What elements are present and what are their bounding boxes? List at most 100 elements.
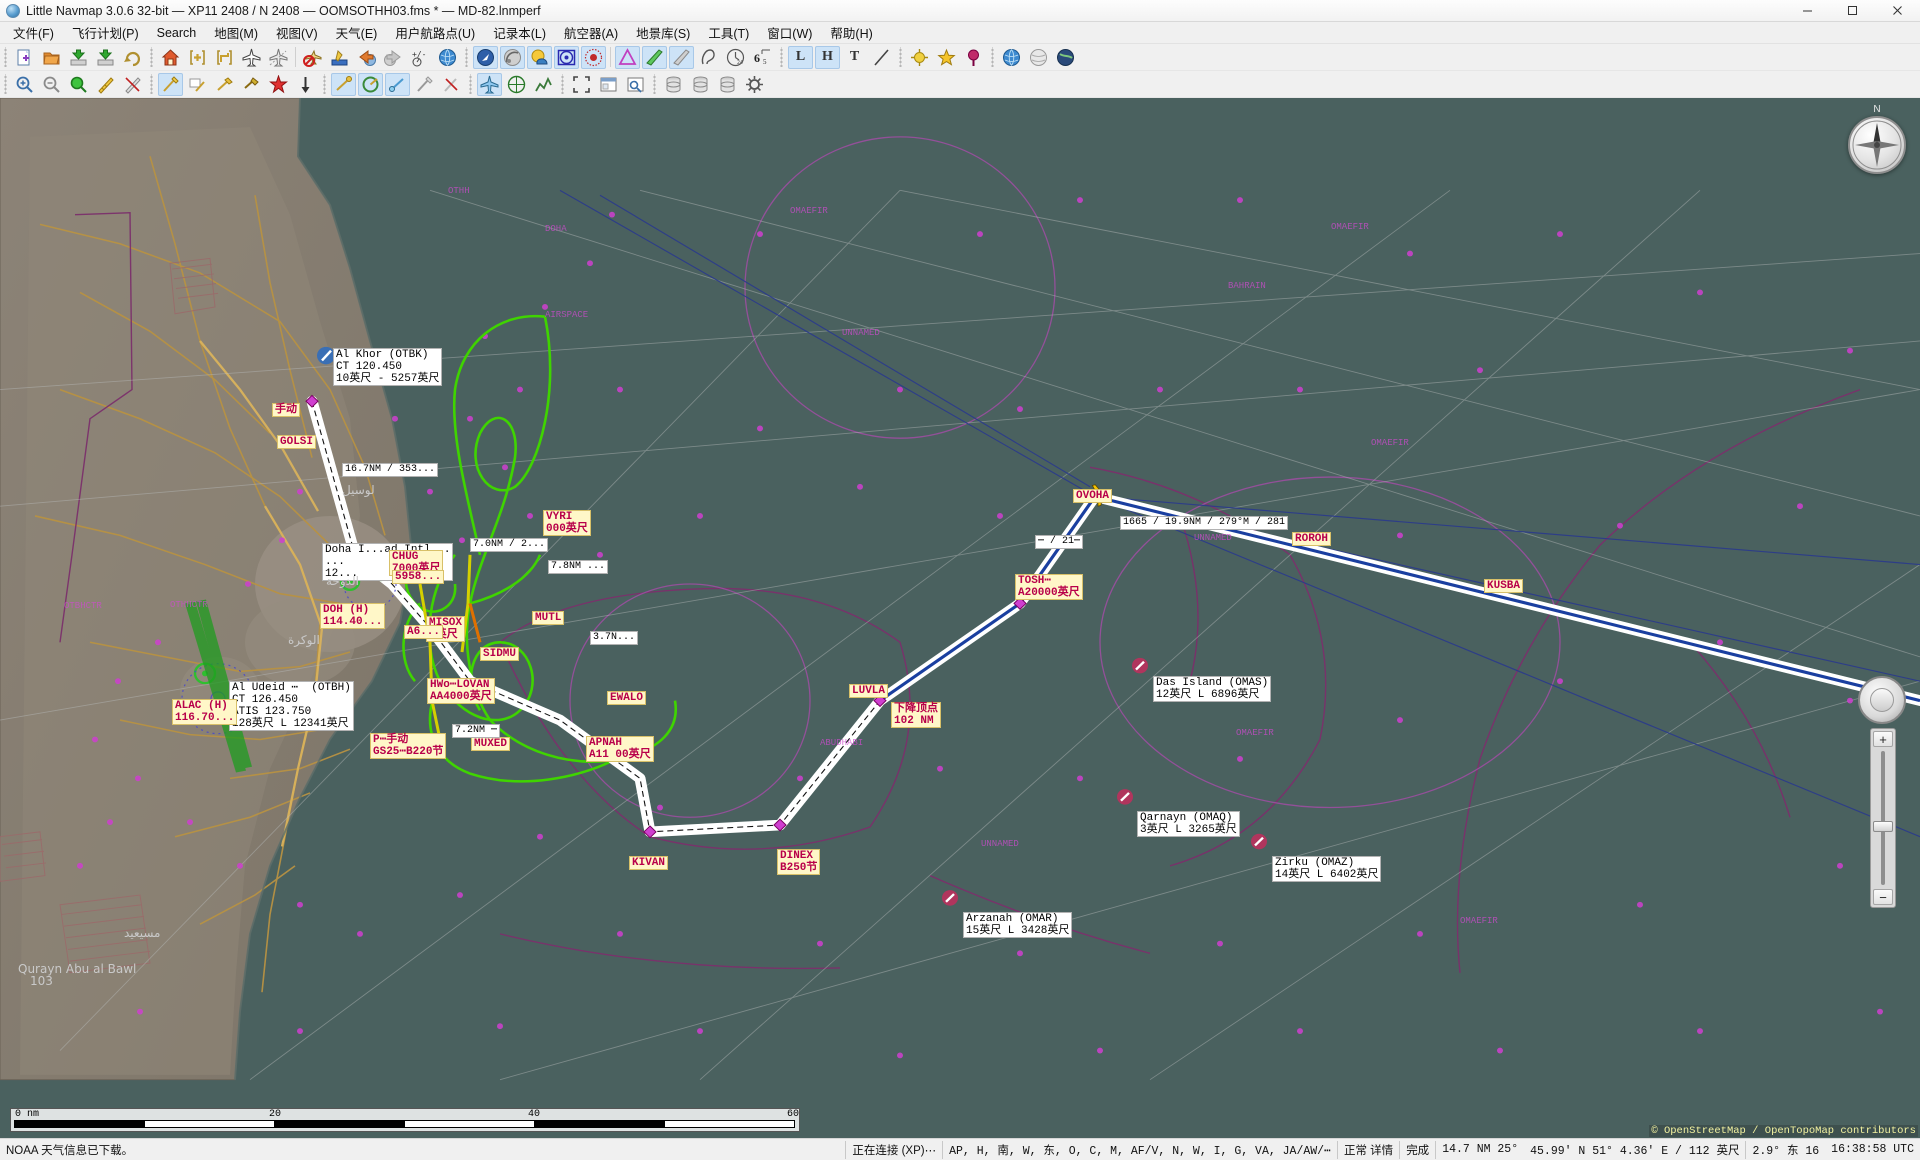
magnetic-declination-button[interactable]: +/-: [408, 46, 433, 69]
userdata-database-button[interactable]: [715, 73, 740, 96]
insert-waypoint-button[interactable]: [185, 73, 210, 96]
elevation-profile-button[interactable]: [531, 73, 556, 96]
menu-item-weather[interactable]: 天气(E): [327, 21, 387, 44]
open-flight-plan-button[interactable]: [39, 46, 64, 69]
waypoint-label-gs25[interactable]: P⋯手动 GS25⋯B220节: [370, 733, 447, 759]
measure-button[interactable]: [93, 73, 118, 96]
map-nav-pad[interactable]: [1858, 676, 1906, 724]
show-ndb-button[interactable]: [554, 45, 579, 69]
aircraft-performance-button[interactable]: [477, 72, 502, 96]
toolbar-grip-procedure-group[interactable]: [321, 74, 328, 94]
show-minimum-altitude-button[interactable]: 24: [723, 46, 748, 69]
menu-item-tools[interactable]: 工具(T): [699, 21, 758, 44]
menu-item-aircraft[interactable]: 航空器(A): [555, 21, 627, 44]
marker-button[interactable]: [961, 46, 986, 69]
waypoint-label-ewalo[interactable]: EWALO: [607, 691, 647, 705]
maximize-button[interactable]: [1830, 0, 1875, 21]
approach-procedure-button[interactable]: [358, 72, 383, 96]
procedure-pen-button[interactable]: [412, 73, 437, 96]
procedure-clear-button[interactable]: [439, 73, 464, 96]
menu-item-help[interactable]: 帮助(H): [821, 21, 881, 44]
menu-item-view[interactable]: 视图(V): [267, 21, 327, 44]
delete-trail-button[interactable]: [300, 46, 325, 69]
waypoint-label-golsi[interactable]: GOLSI: [277, 435, 317, 449]
waypoint-label-tosh[interactable]: TOSH⋯ A20000英尺: [1015, 574, 1083, 600]
waypoint-label-dinex[interactable]: DINEX B250节: [777, 849, 821, 875]
map-highlight-button[interactable]: [327, 46, 352, 69]
airport-label-omas[interactable]: Das Island (OMAS) 12英尺 L 6896英尺: [1153, 676, 1272, 702]
sun-shadow-button[interactable]: [907, 46, 932, 69]
show-airports-button[interactable]: [473, 45, 498, 69]
status-connection[interactable]: 正在连接 (XP)⋯: [845, 1140, 942, 1159]
waypoint-label-apnah[interactable]: APNAH A11 00英尺: [586, 736, 654, 762]
waypoint-label-lovan[interactable]: HWo⋯LOVAN AA4000英尺: [427, 678, 495, 704]
save-flight-plan-button[interactable]: [66, 46, 91, 69]
toolbar-grip-file-group[interactable]: [2, 47, 9, 67]
star-highlight-button[interactable]: [934, 46, 959, 69]
scenery-database-button[interactable]: [661, 73, 686, 96]
airport-label-omaq[interactable]: Qarnayn (OMAQ) 3英尺 L 3265英尺: [1137, 811, 1240, 837]
menu-item-scenery[interactable]: 地景库(S): [627, 21, 699, 44]
toolbar-grip-misc-group[interactable]: [897, 47, 904, 67]
arrival-procedure-button[interactable]: [385, 72, 410, 96]
waypoint-label-kusba[interactable]: KUSBA: [1484, 579, 1524, 593]
center-flight-plan-button[interactable]: [185, 46, 210, 69]
search-window-button[interactable]: [623, 73, 648, 96]
home-button[interactable]: [158, 46, 183, 69]
compass-rose-button[interactable]: [504, 73, 529, 96]
map-zoom-slider[interactable]: + −: [1870, 728, 1896, 908]
show-airspaces-button[interactable]: [696, 46, 721, 69]
map-canvas[interactable]: Al Khor (OTBK) CT 120.450 10英尺 - 5257英尺 Doh…: [0, 98, 1920, 1138]
text-airspace-button[interactable]: T: [842, 46, 867, 69]
globe-satellite-button[interactable]: [1053, 46, 1078, 69]
toolbar-grip-tools-group[interactable]: [467, 74, 474, 94]
zoom-fit-button[interactable]: [66, 73, 91, 96]
zoom-in-button[interactable]: +: [1873, 731, 1893, 747]
close-button[interactable]: [1875, 0, 1920, 21]
waypoint-label-luvla[interactable]: LUVLA: [849, 684, 889, 698]
delete-waypoint-button[interactable]: [239, 73, 264, 96]
show-jet-airways-button[interactable]: [669, 45, 694, 69]
waypoint-label-ovoha[interactable]: OVOHA: [1073, 489, 1113, 503]
toolbar-grip-airspace-class-group[interactable]: [778, 47, 785, 67]
airport-label-omar[interactable]: Arzanah (OMAR) 15英尺 L 3428英尺: [963, 912, 1073, 938]
zoom-slider-thumb[interactable]: [1873, 820, 1893, 832]
show-aircraft-button[interactable]: [239, 46, 264, 69]
edit-route-button[interactable]: [158, 72, 183, 96]
toolbar-grip-window-group[interactable]: [559, 74, 566, 94]
fullscreen-button[interactable]: [569, 73, 594, 96]
minimize-button[interactable]: [1785, 0, 1830, 21]
compass-rose[interactable]: N: [1848, 104, 1906, 174]
waypoint-label-doh[interactable]: DOH (H) 114.40...: [320, 603, 386, 629]
waypoint-label-kivan[interactable]: KIVAN: [629, 856, 669, 870]
waypoint-label-vyri[interactable]: VYRI 000英尺: [543, 510, 591, 536]
back-button[interactable]: [354, 46, 379, 69]
save-as-flight-plan-button[interactable]: [93, 46, 118, 69]
show-navaids-button[interactable]: [500, 45, 525, 69]
waypoint-label-manual-1[interactable]: 手动: [272, 403, 300, 417]
measure-delete-button[interactable]: [120, 73, 145, 96]
map-nav-pad-center[interactable]: [1870, 688, 1894, 712]
globe-plain-button[interactable]: [999, 46, 1024, 69]
waypoint-label-sidmu[interactable]: SIDMU: [480, 647, 520, 661]
toolbar-grip-db-group[interactable]: [651, 74, 658, 94]
toolbar-grip-globe-group[interactable]: [989, 47, 996, 67]
show-victor-airways-button[interactable]: [642, 45, 667, 69]
show-grid-button[interactable]: 65: [750, 46, 775, 69]
new-flight-plan-button[interactable]: [12, 46, 37, 69]
reload-scenery-button[interactable]: [120, 46, 145, 69]
append-waypoint-button[interactable]: [212, 73, 237, 96]
low-airspace-button[interactable]: L: [788, 45, 813, 69]
toolbar-grip-route-edit-group[interactable]: [148, 74, 155, 94]
show-weather-button[interactable]: [527, 45, 552, 69]
navdata-database-button[interactable]: [688, 73, 713, 96]
high-airspace-button[interactable]: H: [815, 45, 840, 69]
toolbar-grip-map-features-group[interactable]: [463, 47, 470, 67]
toolbar-grip-map-nav-group[interactable]: [148, 47, 155, 67]
forward-button[interactable]: [381, 46, 406, 69]
toolbar-grip-zoom-group[interactable]: [2, 74, 9, 94]
waypoint-label-5958[interactable]: 5958...: [392, 570, 445, 584]
flight-plan-route-button[interactable]: [212, 46, 237, 69]
menu-item-file[interactable]: 文件(F): [4, 21, 63, 44]
projection-button[interactable]: [435, 46, 460, 69]
